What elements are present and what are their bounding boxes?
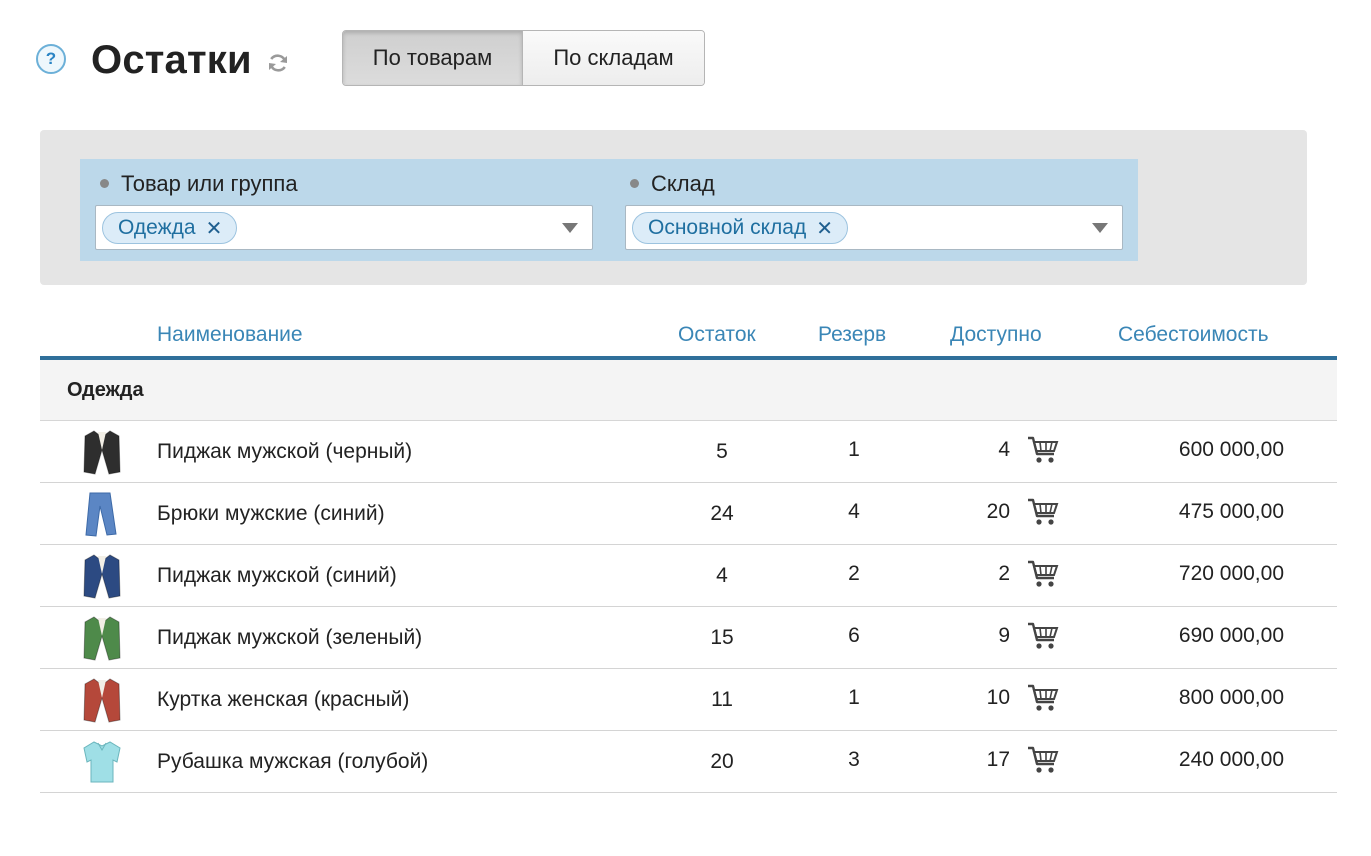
table-row[interactable]: Куртка женская (красный) 11 1 10 800 000,00 xyxy=(40,669,1337,731)
product-name[interactable]: Пиджак мужской (синий) xyxy=(157,564,397,588)
product-name[interactable]: Рубашка мужская (голубой) xyxy=(157,750,428,774)
filter-bar: Товар или группа Одежда ✕ Склад Основной… xyxy=(80,159,1138,261)
column-cost[interactable]: Себестоимость xyxy=(1118,323,1269,347)
cost-value: 720 000,00 xyxy=(1178,562,1284,585)
table-row[interactable]: Пиджак мужской (зеленый) 15 6 9 690 000,00 xyxy=(40,607,1337,669)
stock-value: 4 xyxy=(716,564,728,587)
available-value: 20 xyxy=(986,500,1010,523)
product-name[interactable]: Куртка женская (красный) xyxy=(157,688,409,712)
product-name[interactable]: Брюки мужские (синий) xyxy=(157,502,385,526)
table-body: Пиджак мужской (черный) 5 1 4 600 000,00 Брюк… xyxy=(40,421,1337,793)
warehouse-tag: Основной склад ✕ xyxy=(632,212,848,244)
reserve-value: 1 xyxy=(848,438,860,461)
product-thumbnail[interactable] xyxy=(80,552,124,600)
group-label: Одежда xyxy=(67,379,144,401)
product-thumbnail[interactable] xyxy=(80,614,124,662)
remove-tag-icon[interactable]: ✕ xyxy=(206,216,223,241)
table-row[interactable]: Брюки мужские (синий) 24 4 20 475 000,00 xyxy=(40,483,1337,545)
bullet-icon xyxy=(630,178,639,188)
cost-value: 690 000,00 xyxy=(1178,624,1284,647)
product-name[interactable]: Пиджак мужской (зеленый) xyxy=(157,626,422,650)
bullet-icon xyxy=(100,178,109,188)
product-thumbnail[interactable] xyxy=(80,676,124,724)
product-filter-label: Товар или группа xyxy=(100,171,298,197)
stock-value: 20 xyxy=(710,750,734,773)
reserve-value: 3 xyxy=(848,748,860,771)
question-circle-icon[interactable]: ? xyxy=(36,44,66,74)
cart-icon[interactable] xyxy=(1027,683,1059,713)
product-name[interactable]: Пиджак мужской (черный) xyxy=(157,440,412,464)
cart-icon[interactable] xyxy=(1027,559,1059,589)
cost-value: 600 000,00 xyxy=(1178,438,1284,461)
column-name[interactable]: Наименование xyxy=(157,323,303,347)
warehouse-select[interactable]: Основной склад ✕ xyxy=(625,205,1123,250)
reserve-value: 1 xyxy=(848,686,860,709)
refresh-icon[interactable] xyxy=(266,51,290,75)
product-thumbnail[interactable] xyxy=(80,428,124,476)
remove-tag-icon[interactable]: ✕ xyxy=(816,216,833,241)
product-thumbnail[interactable] xyxy=(80,490,124,538)
reserve-value: 4 xyxy=(848,500,860,523)
table-row[interactable]: Пиджак мужской (синий) 4 2 2 720 000,00 xyxy=(40,545,1337,607)
chevron-down-icon[interactable] xyxy=(1092,223,1108,233)
group-row: Одежда xyxy=(40,360,1337,421)
stock-value: 11 xyxy=(711,688,733,711)
stock-value: 15 xyxy=(710,626,734,649)
cost-value: 240 000,00 xyxy=(1178,748,1284,771)
available-value: 2 xyxy=(998,562,1010,585)
filter-panel: Товар или группа Одежда ✕ Склад Основной… xyxy=(40,130,1307,285)
chevron-down-icon[interactable] xyxy=(562,223,578,233)
product-tag-label: Одежда xyxy=(118,216,196,239)
stock-value: 24 xyxy=(710,502,734,525)
cart-icon[interactable] xyxy=(1027,621,1059,651)
cost-value: 475 000,00 xyxy=(1178,500,1284,523)
table-row[interactable]: Рубашка мужская (голубой) 20 3 17 240 000,00 xyxy=(40,731,1337,793)
warehouse-tag-label: Основной склад xyxy=(648,216,807,239)
available-value: 9 xyxy=(998,624,1010,647)
by-products-button[interactable]: По товарам xyxy=(343,31,523,85)
table-row[interactable]: Пиджак мужской (черный) 5 1 4 600 000,00 xyxy=(40,421,1337,483)
cost-value: 800 000,00 xyxy=(1178,686,1284,709)
cart-icon[interactable] xyxy=(1027,745,1059,775)
view-toggle: По товарам По складам xyxy=(342,30,705,86)
page-title: Остатки xyxy=(91,38,252,82)
product-thumbnail[interactable] xyxy=(80,738,124,786)
stock-table: Наименование Остаток Резерв Доступно Себ… xyxy=(40,310,1337,793)
column-available[interactable]: Доступно xyxy=(950,323,1042,347)
cart-icon[interactable] xyxy=(1027,497,1059,527)
reserve-value: 2 xyxy=(848,562,860,585)
column-reserve[interactable]: Резерв xyxy=(818,323,886,347)
cart-icon[interactable] xyxy=(1027,435,1059,465)
table-header: Наименование Остаток Резерв Доступно Себ… xyxy=(40,310,1337,360)
column-stock[interactable]: Остаток xyxy=(678,323,756,347)
product-tag: Одежда ✕ xyxy=(102,212,238,244)
product-select[interactable]: Одежда ✕ xyxy=(95,205,593,250)
stock-value: 5 xyxy=(716,440,728,463)
available-value: 17 xyxy=(986,748,1010,771)
by-warehouses-button[interactable]: По складам xyxy=(523,31,704,85)
page-header: ? Остатки По товарам По складам xyxy=(0,0,1371,110)
warehouse-filter-label: Склад xyxy=(630,171,715,197)
reserve-value: 6 xyxy=(848,624,860,647)
available-value: 4 xyxy=(998,438,1010,461)
available-value: 10 xyxy=(986,686,1010,709)
